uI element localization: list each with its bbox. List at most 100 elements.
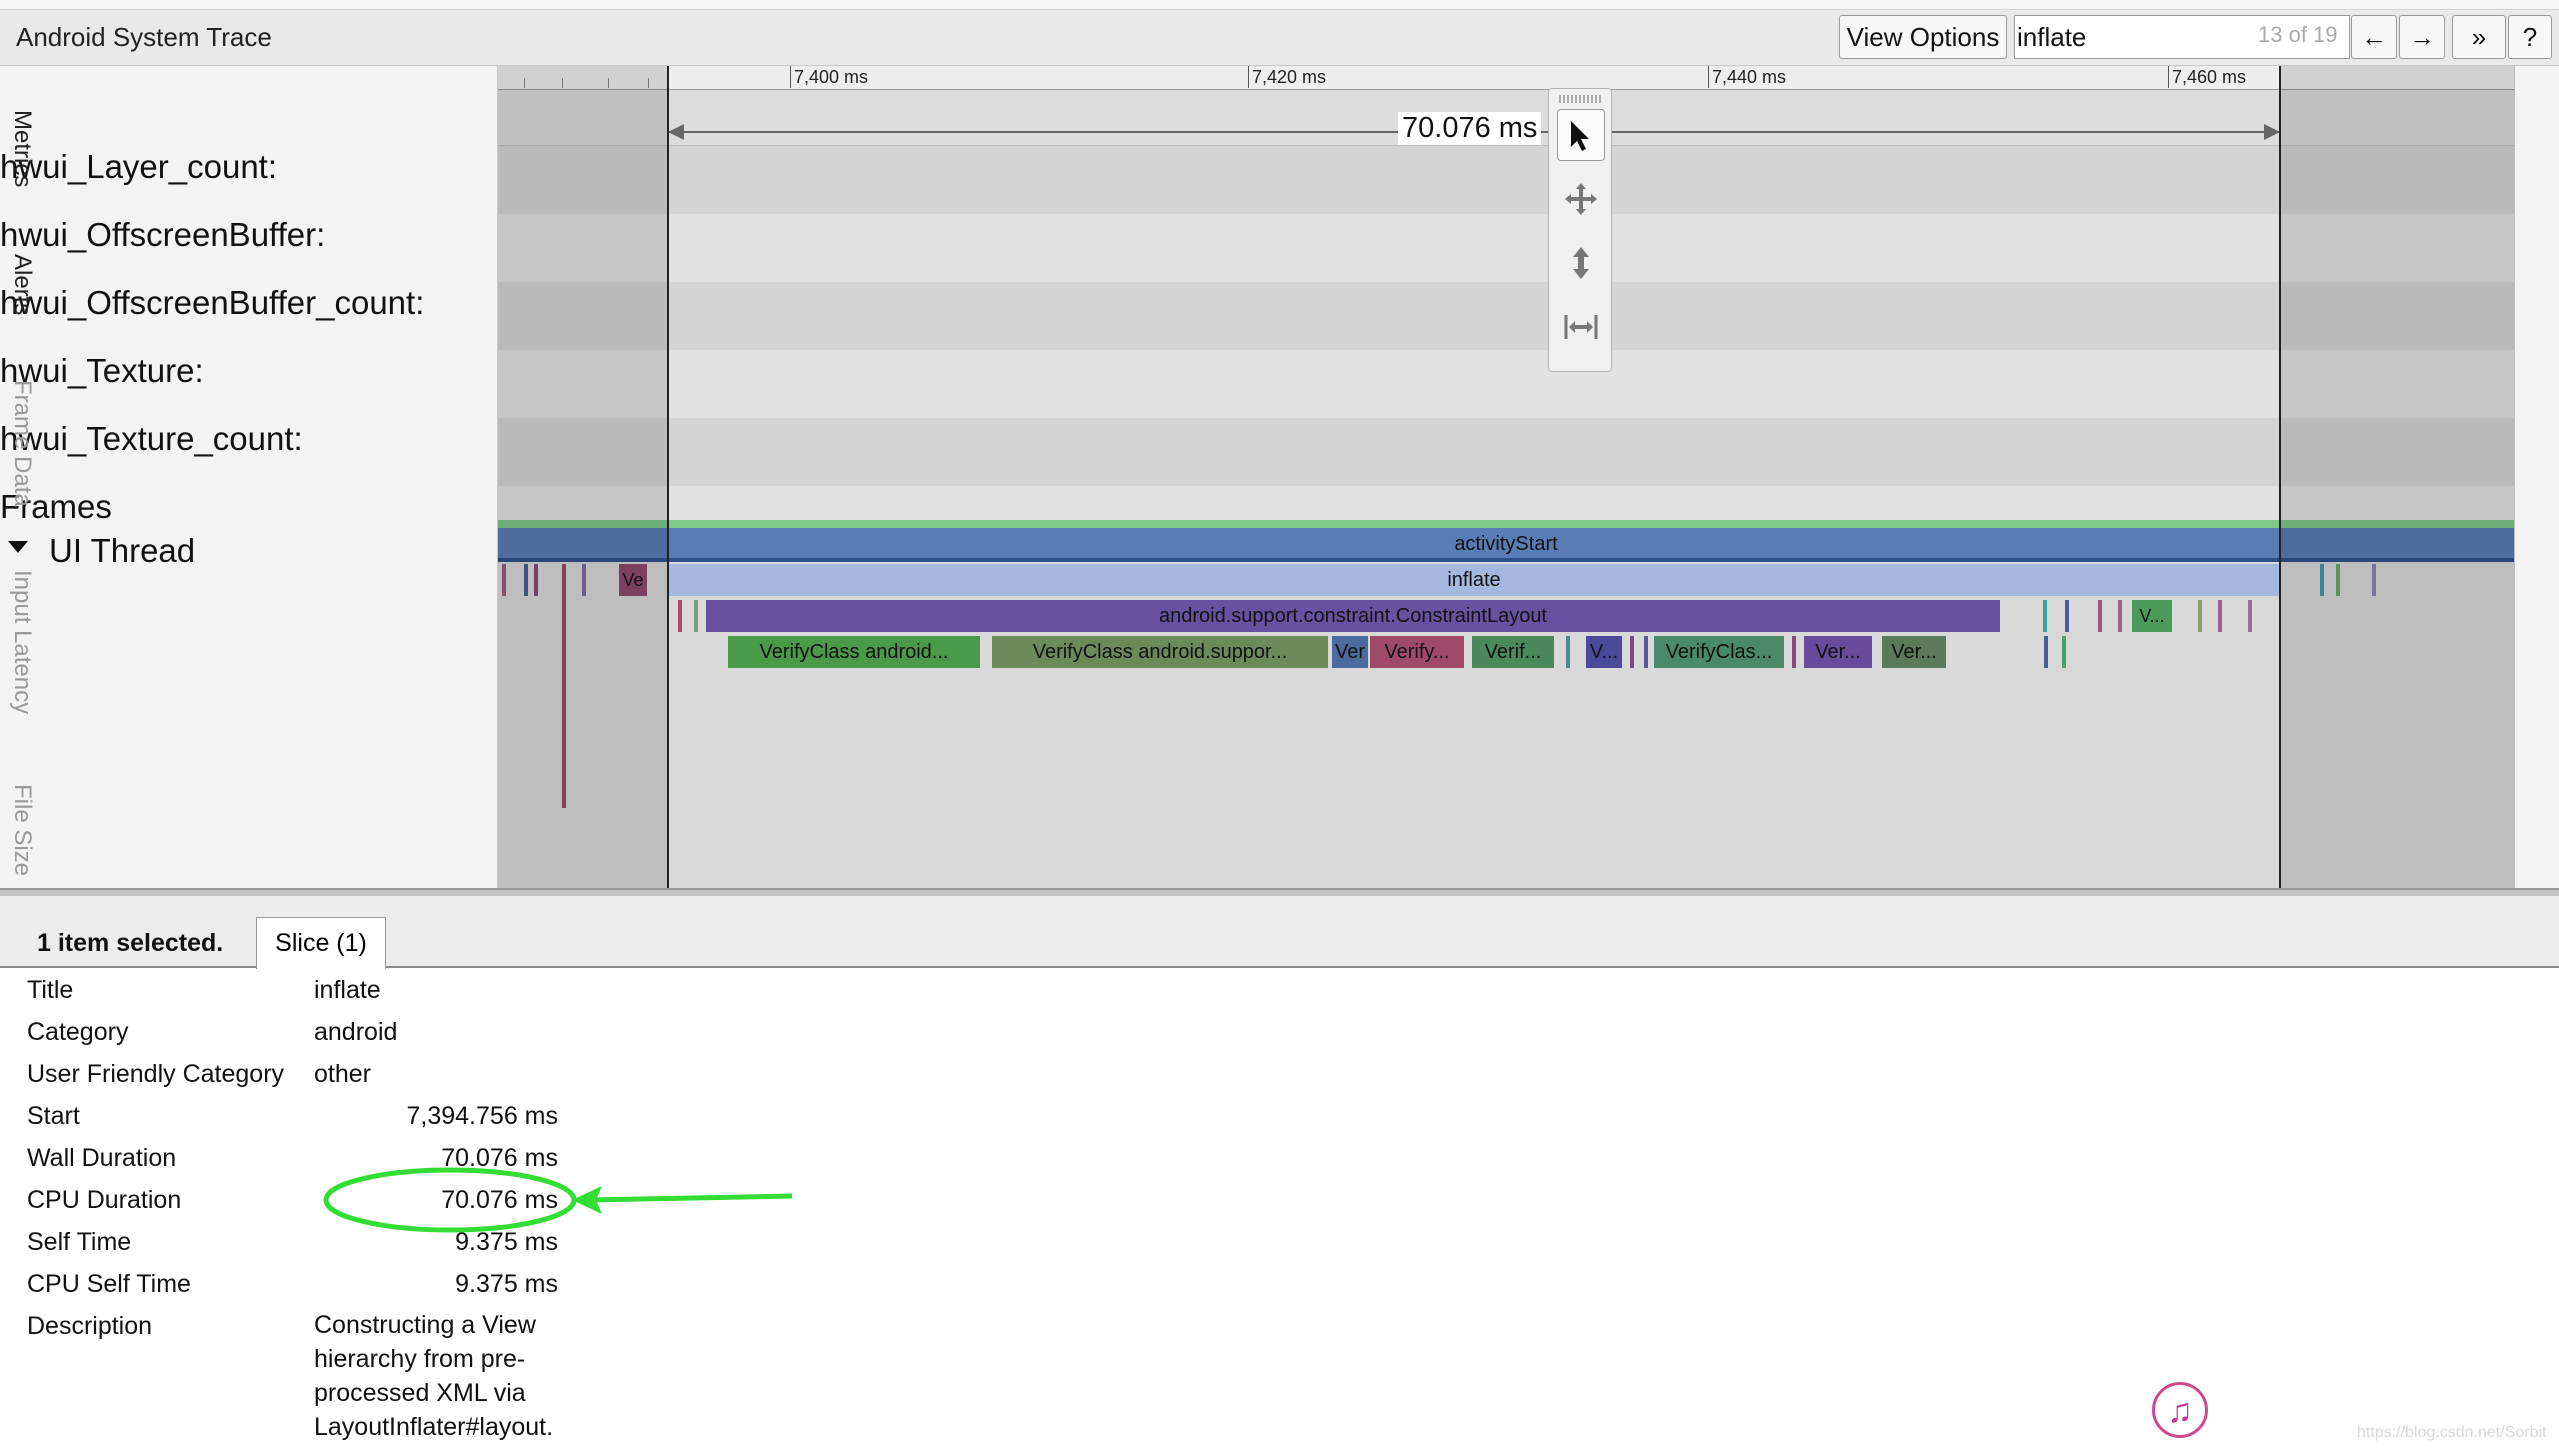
annotation-highlight	[323, 1167, 793, 1233]
selection-start-line[interactable]	[667, 66, 669, 888]
side-tab-bar	[2514, 66, 2559, 888]
slice-blip[interactable]	[694, 600, 698, 632]
music-app-icon[interactable]: ♫	[2152, 1382, 2208, 1438]
search-result-count: 13 of 19	[2258, 22, 2338, 47]
cursor-arrow-icon	[1571, 121, 1589, 151]
annotation-arrow-line	[589, 1193, 793, 1203]
row-key-wall-duration: Wall Duration	[27, 1144, 177, 1172]
row-key-title: Title	[27, 976, 74, 1004]
collapse-triangle-icon[interactable]	[8, 541, 28, 553]
side-tab-frame-data[interactable]: Frame Data	[0, 380, 45, 530]
measure-arrow-right-icon	[2264, 124, 2280, 140]
arrow-left-icon: ←	[2361, 22, 2387, 52]
panel-resize-divider[interactable]	[0, 888, 2559, 896]
move-arrows-icon	[1565, 183, 1597, 215]
slice-verify[interactable]: Verify...	[1370, 636, 1464, 668]
row-value-start: 7,394.756 ms	[406, 1102, 559, 1130]
slice-blip[interactable]	[678, 600, 682, 632]
slice-blip[interactable]	[2043, 600, 2047, 632]
track-label-offscreen-buffer[interactable]: hwui_OffscreenBuffer:	[0, 216, 325, 254]
row-value-title: inflate	[314, 976, 381, 1004]
ruler-tick	[1248, 66, 1249, 88]
side-tab-alerts[interactable]: Alerts	[0, 254, 45, 344]
slice-verify[interactable]: VerifyClas...	[1654, 636, 1784, 668]
row-value-category: android	[314, 1018, 398, 1046]
ruler-tick	[1708, 66, 1709, 88]
zoom-tool[interactable]	[1557, 237, 1605, 289]
row-key-self-time: Self Time	[27, 1228, 132, 1256]
row-value-description: Constructing a View hierarchy from pre-p…	[314, 1311, 554, 1441]
counter-track-band	[498, 418, 2514, 486]
counter-track-band	[498, 146, 2514, 214]
slice-blip[interactable]	[2248, 600, 2252, 632]
pan-tool[interactable]	[1557, 173, 1605, 225]
track-label-texture-count[interactable]: hwui_Texture_count:	[0, 420, 303, 458]
toolbar-top-border	[0, 0, 2559, 10]
arrow-right-icon: →	[2409, 22, 2435, 52]
measure-arrow-left-icon	[668, 124, 684, 140]
trace-timeline[interactable]: 7,400 ms 7,420 ms 7,440 ms 7,460 ms 70.0…	[498, 66, 2514, 888]
slice-constraint-layout[interactable]: android.support.constraint.ConstraintLay…	[706, 600, 2000, 632]
slice-blip[interactable]	[1630, 636, 1634, 668]
previous-result-button[interactable]: ←	[2351, 15, 2397, 59]
counter-track-band	[498, 214, 2514, 282]
slice-verify[interactable]: VerifyClass android...	[728, 636, 980, 668]
slice-blip[interactable]	[1644, 636, 1648, 668]
slice-v-right[interactable]: V...	[2132, 600, 2172, 632]
slice-blip[interactable]	[2065, 600, 2069, 632]
slice-blip[interactable]	[2218, 600, 2222, 632]
side-tab-input-latency[interactable]: Input Latency	[0, 570, 45, 750]
selection-tool[interactable]	[1557, 109, 1605, 161]
view-options-button[interactable]: View Options	[1839, 15, 2007, 59]
frames-strip	[498, 520, 2514, 528]
tab-slice[interactable]: Slice (1)	[256, 917, 386, 969]
counter-track-band	[498, 350, 2514, 418]
timing-tool[interactable]	[1557, 301, 1605, 353]
next-result-button[interactable]: →	[2399, 15, 2445, 59]
track-label-ui-thread[interactable]: UI Thread	[49, 532, 195, 570]
track-label-offscreen-buffer-count[interactable]: hwui_OffscreenBuffer_count:	[0, 284, 424, 322]
help-button[interactable]: ?	[2508, 15, 2552, 59]
row-key-cpu-self-time: CPU Self Time	[27, 1270, 191, 1298]
palette-drag-handle[interactable]	[1559, 95, 1603, 103]
timing-range-icon	[1564, 315, 1598, 339]
slice-blip[interactable]	[2118, 600, 2122, 632]
slice-verify[interactable]: VerifyClass android.suppor...	[992, 636, 1328, 668]
slice-blip[interactable]	[1792, 636, 1796, 668]
row-key-cpu-duration: CPU Duration	[27, 1186, 182, 1214]
annotation-ellipse	[323, 1167, 577, 1233]
slice-verify[interactable]: V...	[1586, 636, 1622, 668]
slice-blip[interactable]	[2062, 636, 2066, 668]
help-icon: ?	[2522, 22, 2538, 52]
slice-activity-start[interactable]: activityStart	[498, 528, 2514, 560]
slice-blip[interactable]	[2198, 600, 2202, 632]
expand-button[interactable]: »	[2452, 15, 2506, 59]
ruler-tick-label: 7,400 ms	[794, 67, 869, 87]
side-tab-metrics[interactable]: Metrics	[0, 110, 45, 220]
slice-verify[interactable]: Ver...	[1882, 636, 1946, 668]
measure-duration-label: 70.076 ms	[1398, 112, 1542, 145]
counter-track-band	[498, 282, 2514, 350]
row-value-user-category: other	[314, 1060, 371, 1088]
slice-verify[interactable]: Ver	[1332, 636, 1368, 668]
track-label-panel	[0, 66, 498, 888]
ruler-tick-label: 7,460 ms	[2172, 67, 2247, 87]
outside-selection-shade	[2280, 66, 2514, 888]
slice-blip[interactable]	[1566, 636, 1570, 668]
selection-end-line[interactable]	[2279, 66, 2281, 888]
zoom-vertical-icon	[1573, 247, 1589, 279]
row-value-cpu-self-time: 9.375 ms	[455, 1270, 558, 1298]
slice-blip[interactable]	[2044, 636, 2048, 668]
selection-measure-bar: 70.076 ms	[498, 90, 2514, 146]
side-tab-file-size[interactable]: File Size	[0, 784, 45, 886]
slice-blip[interactable]	[2098, 600, 2102, 632]
slice-verify[interactable]: Verif...	[1472, 636, 1554, 668]
search-input[interactable]	[2017, 18, 2217, 56]
row-key-start: Start	[27, 1102, 80, 1130]
slice-verify[interactable]: Ver...	[1804, 636, 1872, 668]
slice-inflate[interactable]: inflate	[668, 564, 2280, 596]
selection-count-label: 1 item selected.	[37, 929, 224, 957]
tool-palette	[1548, 88, 1612, 372]
row-key-category: Category	[27, 1018, 129, 1046]
double-chevron-icon: »	[2471, 22, 2487, 52]
